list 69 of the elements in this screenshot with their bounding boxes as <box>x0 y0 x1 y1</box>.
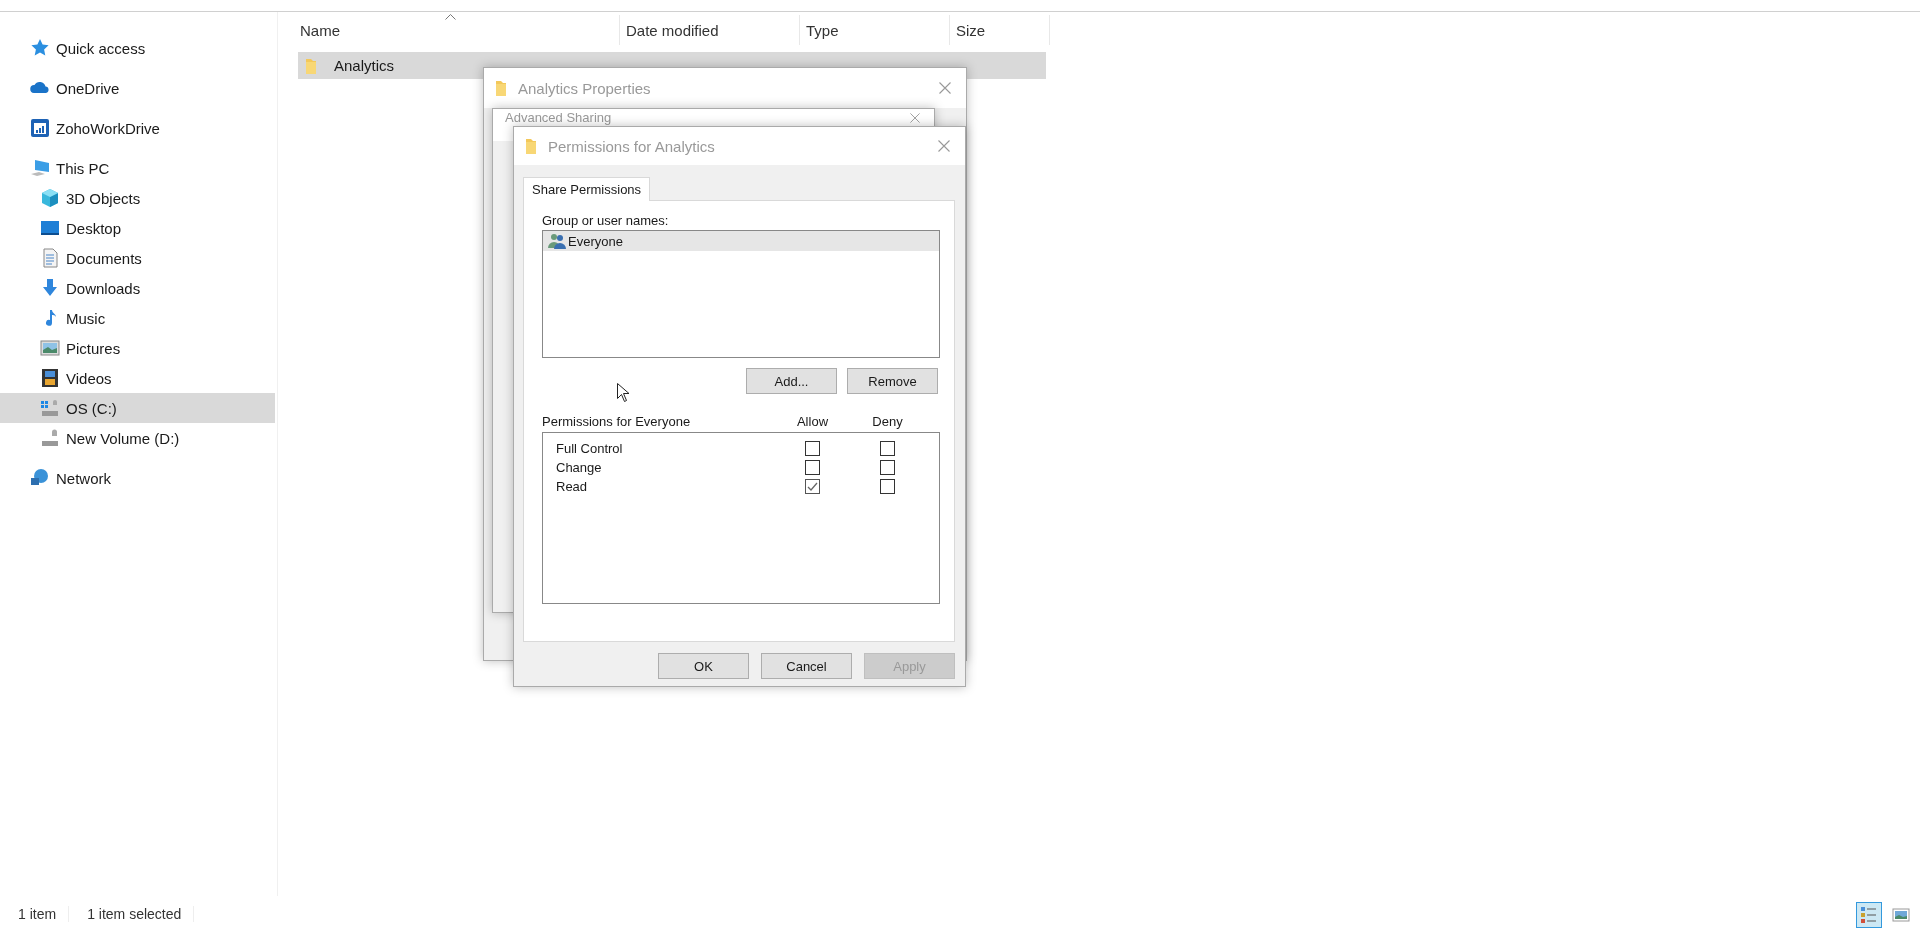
permission-name: Change <box>555 460 603 475</box>
checkbox[interactable] <box>805 460 820 475</box>
close-icon <box>939 82 951 94</box>
image-icon <box>1892 905 1910 925</box>
users-icon <box>548 233 566 249</box>
folder-icon <box>304 56 318 75</box>
star-icon <box>30 38 50 58</box>
tab[interactable]: Share Permissions <box>523 177 651 201</box>
checkbox[interactable] <box>805 479 820 494</box>
document-icon <box>40 248 60 268</box>
column-header[interactable]: Type <box>800 15 950 45</box>
network-icon <box>30 468 50 488</box>
sidebar-item[interactable]: Downloads <box>0 273 277 303</box>
close-icon <box>910 113 920 123</box>
film-icon <box>40 368 60 388</box>
dialog-button[interactable]: Add... <box>746 368 837 394</box>
folder-icon <box>524 137 538 155</box>
column-label: Deny <box>871 414 904 431</box>
window-title: Advanced Sharing <box>505 110 612 125</box>
sidebar-item[interactable]: Pictures <box>0 333 277 363</box>
list-icon <box>1860 905 1878 925</box>
window-title: Permissions for Analytics <box>548 137 715 155</box>
file-name: Analytics <box>334 57 395 74</box>
status-text: 1 item selected <box>87 906 195 922</box>
computer-icon <box>30 158 50 178</box>
column-header[interactable]: Name <box>278 15 620 45</box>
mouse-cursor-icon <box>617 383 629 402</box>
close-icon <box>938 140 950 152</box>
permission-name: Read <box>555 479 589 494</box>
sidebar-item[interactable]: Documents <box>0 243 277 273</box>
sidebar-item[interactable]: ZohoWorkDrive <box>0 113 277 143</box>
permission-name: Full Control <box>555 441 624 456</box>
folder-icon <box>494 79 508 97</box>
user-item[interactable]: Everyone <box>543 231 939 251</box>
dialog-button[interactable]: Remove <box>847 368 938 394</box>
column-label: Allow <box>795 414 830 431</box>
drive-icon <box>30 118 50 138</box>
status-text: 1 item <box>18 906 70 922</box>
permissions-label: Permissions for Everyone <box>542 414 692 431</box>
group-label: Group or user names: <box>542 213 670 230</box>
user-list[interactable]: Everyone <box>542 230 940 358</box>
disk-drive-icon <box>40 398 60 418</box>
checkbox[interactable] <box>880 460 895 475</box>
sidebar-item[interactable]: OS (C:) <box>0 393 275 423</box>
dialog-button[interactable]: OK <box>658 653 749 679</box>
details-view-button[interactable] <box>1856 902 1882 928</box>
sidebar-item[interactable]: Videos <box>0 363 277 393</box>
checkbox[interactable] <box>805 441 820 456</box>
sidebar-item[interactable]: Music <box>0 303 277 333</box>
cube-icon <box>40 188 60 208</box>
sidebar-item[interactable]: Quick access <box>0 33 277 63</box>
sidebar-item[interactable]: 3D Objects <box>0 183 277 213</box>
sidebar-item[interactable]: New Volume (D:) <box>0 423 277 453</box>
download-icon <box>40 278 60 298</box>
column-header[interactable]: Size <box>950 15 1050 45</box>
window-title: Analytics Properties <box>518 79 651 97</box>
checkbox[interactable] <box>880 441 895 456</box>
close-button[interactable] <box>908 111 922 125</box>
monitor-icon <box>40 218 60 238</box>
sidebar-item[interactable]: Desktop <box>0 213 277 243</box>
disk-drive-icon <box>40 428 60 448</box>
sidebar-item[interactable]: Network <box>0 463 277 493</box>
column-header[interactable]: Date modified <box>620 15 800 45</box>
checkbox[interactable] <box>880 479 895 494</box>
sidebar-item[interactable]: This PC <box>0 153 277 183</box>
dialog-button[interactable]: Cancel <box>761 653 852 679</box>
sidebar-item[interactable]: OneDrive <box>0 73 277 103</box>
sort-caret-icon <box>445 14 456 20</box>
picture-icon <box>40 338 60 358</box>
